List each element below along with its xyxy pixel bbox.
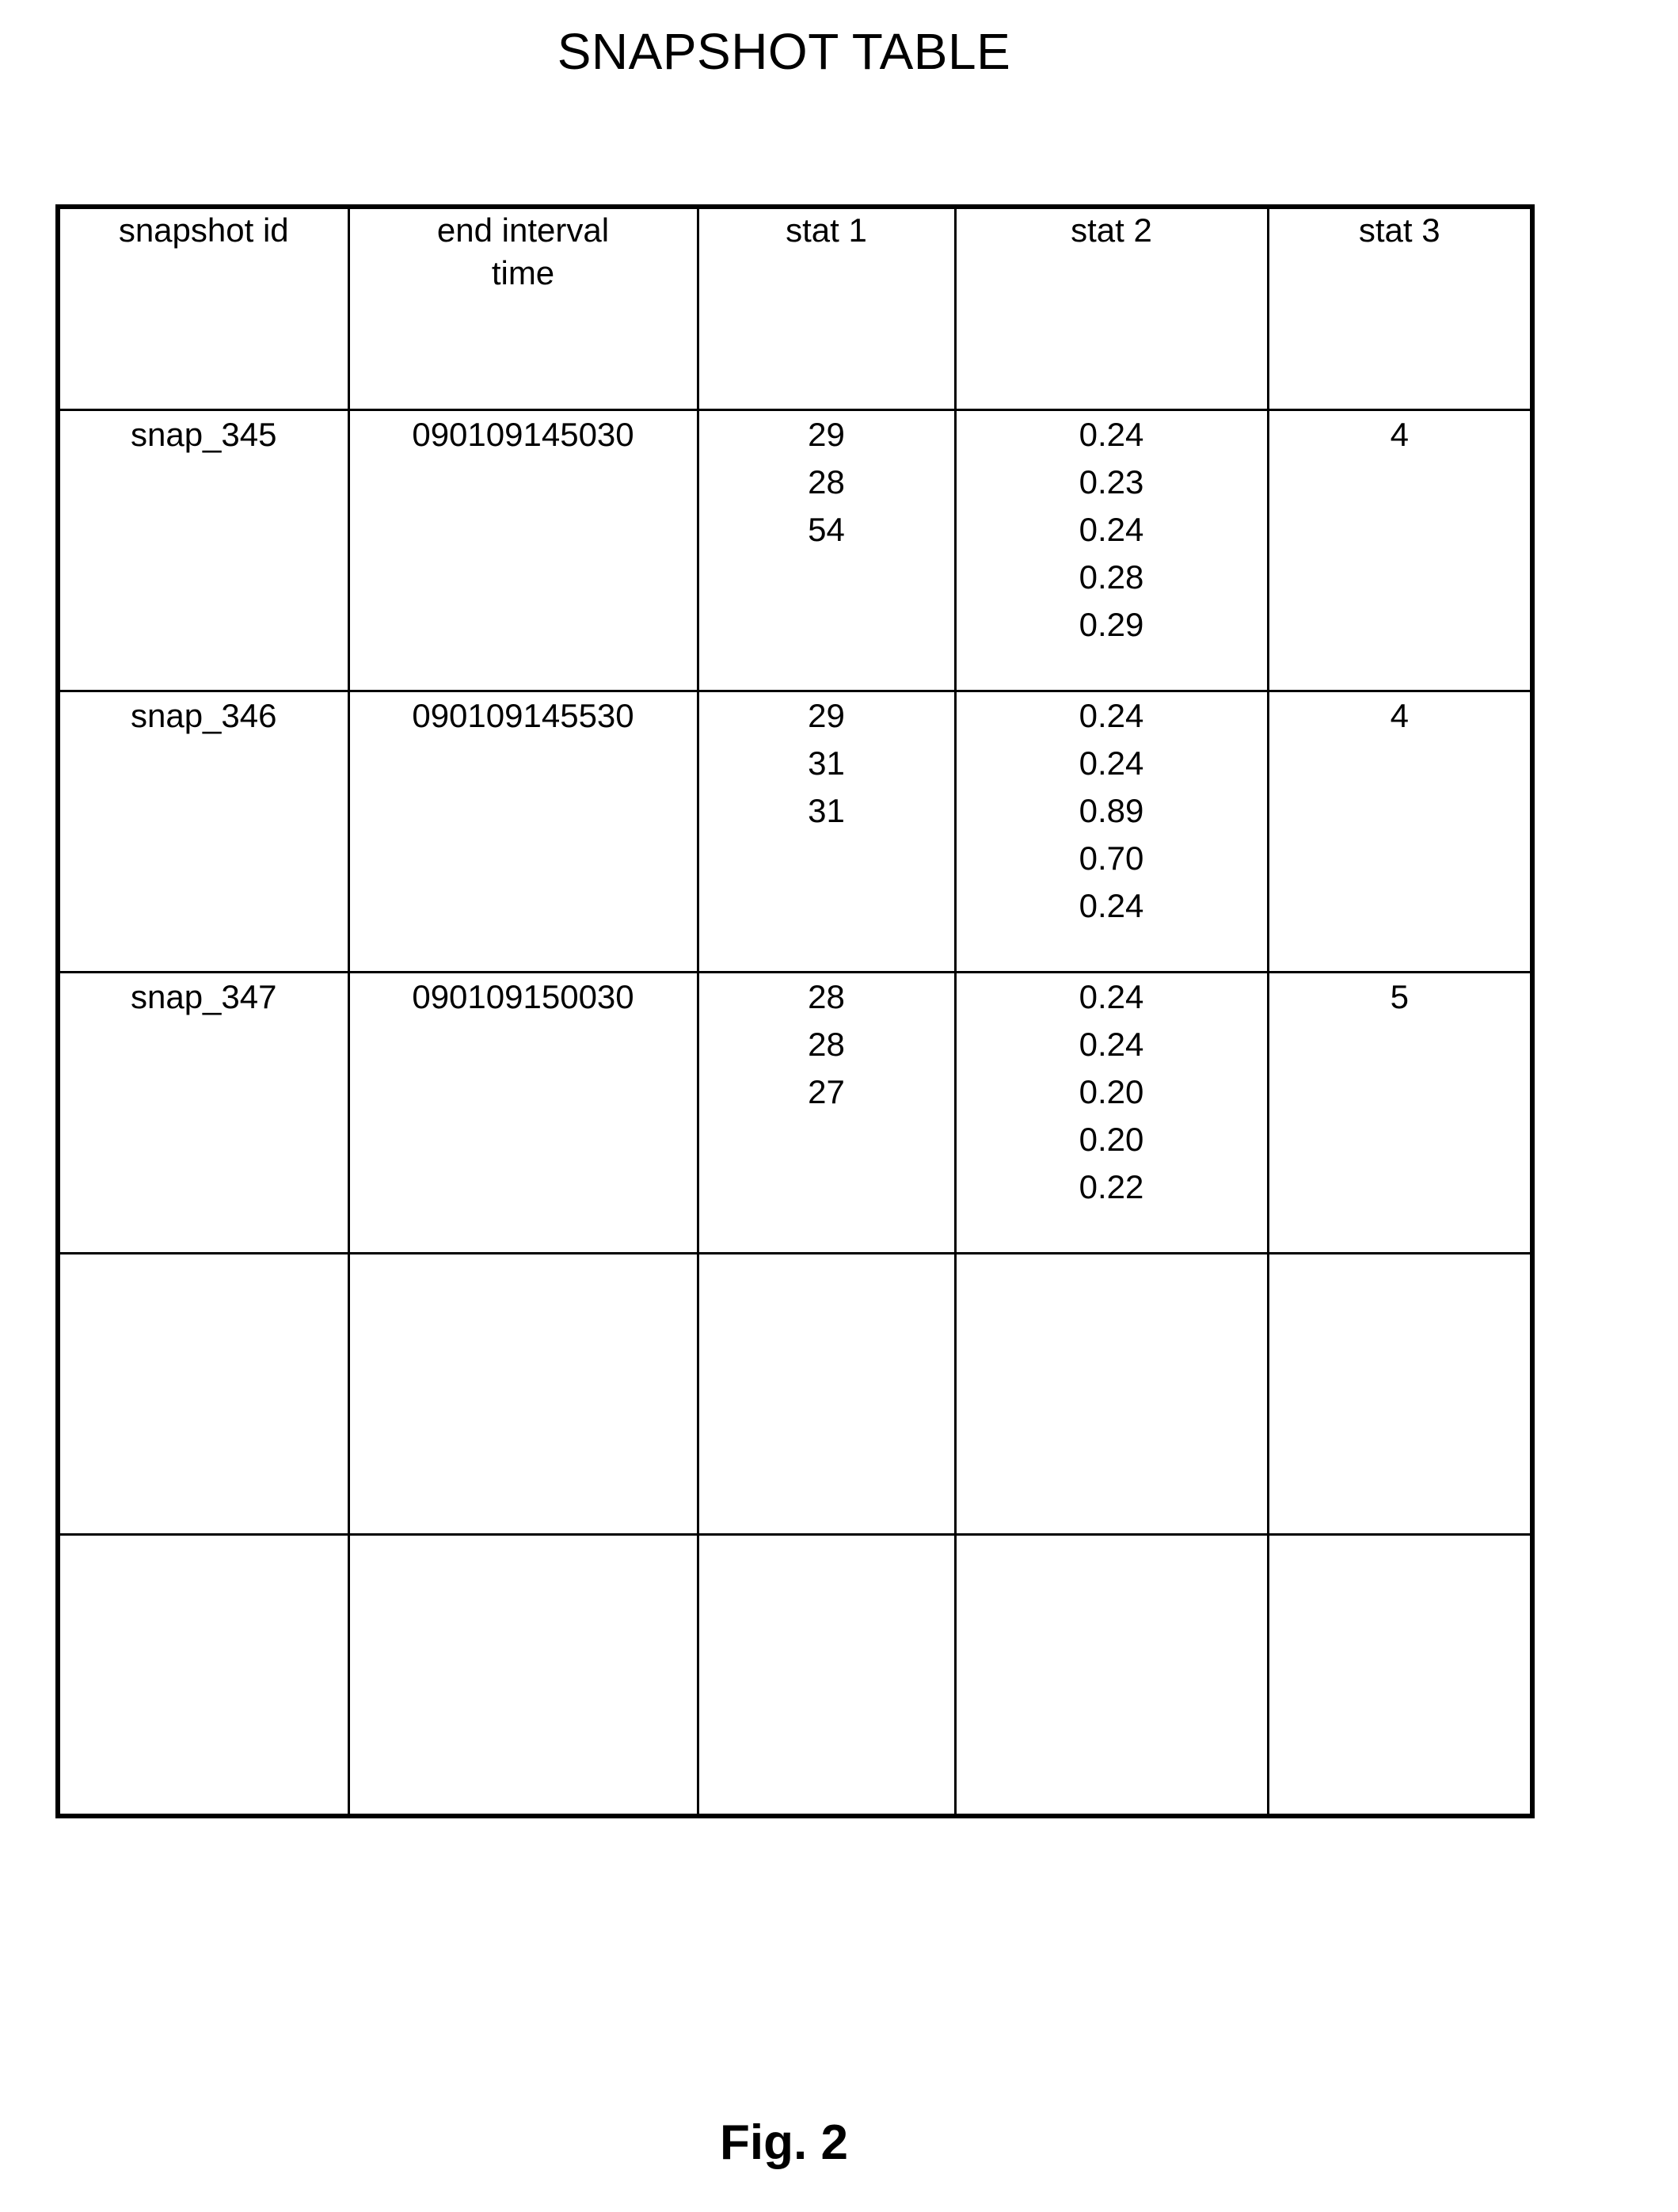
cell-stat-3: 4 — [1266, 690, 1534, 973]
figure-page: SNAPSHOT TABLE snapshot id end interval … — [0, 0, 1678, 2212]
cell-stat-1: 28 28 27 — [696, 971, 957, 1254]
column-header-end-interval-time: end interval time — [347, 205, 699, 411]
column-header-stat-1: stat 1 — [696, 205, 957, 411]
table-row — [56, 1533, 1534, 1817]
cell-value: 4 — [1390, 697, 1409, 734]
cell-stat-2: 0.24 0.24 0.20 0.20 0.22 — [953, 971, 1269, 1254]
table-body: snap_345 090109145030 29 28 54 0.24 0.23… — [56, 409, 1534, 1817]
column-header-label: stat 1 — [786, 211, 867, 249]
cell-value: 28 28 27 — [808, 978, 845, 1111]
cell-stat-1 — [696, 1252, 957, 1536]
cell-value: snap_347 — [130, 978, 277, 1015]
column-header-snapshot-id: snapshot id — [56, 205, 350, 411]
cell-value: 4 — [1390, 416, 1409, 453]
cell-stat-1 — [696, 1533, 957, 1817]
cell-stat-2: 0.24 0.24 0.89 0.70 0.24 — [953, 690, 1269, 973]
cell-snapshot-id — [56, 1533, 350, 1817]
cell-end-interval-time — [347, 1533, 699, 1817]
cell-end-interval-time: 090109145530 — [347, 690, 699, 973]
table-header: snapshot id end interval time stat 1 sta… — [56, 205, 1534, 411]
table-row: snap_345 090109145030 29 28 54 0.24 0.23… — [56, 409, 1534, 692]
cell-stat-1: 29 28 54 — [696, 409, 957, 692]
cell-snapshot-id: snap_346 — [56, 690, 350, 973]
cell-value: snap_346 — [130, 697, 277, 734]
cell-value: 5 — [1390, 978, 1409, 1015]
cell-end-interval-time — [347, 1252, 699, 1536]
cell-end-interval-time: 090109150030 — [347, 971, 699, 1254]
column-header-stat-2: stat 2 — [953, 205, 1269, 411]
cell-value: 0.24 0.24 0.20 0.20 0.22 — [1079, 978, 1144, 1206]
cell-value: 090109150030 — [412, 978, 634, 1015]
cell-value: 29 31 31 — [808, 697, 845, 830]
cell-stat-3: 5 — [1266, 971, 1534, 1254]
cell-value: 090109145530 — [412, 697, 634, 734]
cell-value: 29 28 54 — [808, 416, 845, 549]
page-title: SNAPSHOT TABLE — [557, 23, 1011, 80]
cell-stat-2: 0.24 0.23 0.24 0.28 0.29 — [953, 409, 1269, 692]
cell-stat-2 — [953, 1252, 1269, 1536]
cell-value: 0.24 0.23 0.24 0.28 0.29 — [1079, 416, 1144, 644]
figure-caption: Fig. 2 — [720, 2115, 848, 2170]
cell-snapshot-id: snap_347 — [56, 971, 350, 1254]
column-header-label: stat 3 — [1358, 211, 1440, 249]
column-header-label: stat 2 — [1071, 211, 1152, 249]
table-row: snap_347 090109150030 28 28 27 0.24 0.24… — [56, 971, 1534, 1254]
column-header-label: end interval time — [436, 211, 610, 291]
table-header-row: snapshot id end interval time stat 1 sta… — [56, 205, 1534, 411]
table-row — [56, 1252, 1534, 1536]
cell-stat-3 — [1266, 1533, 1534, 1817]
table-row: snap_346 090109145530 29 31 31 0.24 0.24… — [56, 690, 1534, 973]
cell-end-interval-time: 090109145030 — [347, 409, 699, 692]
cell-stat-1: 29 31 31 — [696, 690, 957, 973]
cell-value: snap_345 — [130, 416, 277, 453]
cell-stat-3: 4 — [1266, 409, 1534, 692]
snapshot-table: snapshot id end interval time stat 1 sta… — [55, 204, 1535, 1818]
column-header-stat-3: stat 3 — [1266, 205, 1534, 411]
cell-snapshot-id: snap_345 — [56, 409, 350, 692]
cell-stat-2 — [953, 1533, 1269, 1817]
cell-value: 0.24 0.24 0.89 0.70 0.24 — [1079, 697, 1144, 925]
column-header-label: snapshot id — [118, 211, 289, 249]
cell-snapshot-id — [56, 1252, 350, 1536]
cell-stat-3 — [1266, 1252, 1534, 1536]
cell-value: 090109145030 — [412, 416, 634, 453]
